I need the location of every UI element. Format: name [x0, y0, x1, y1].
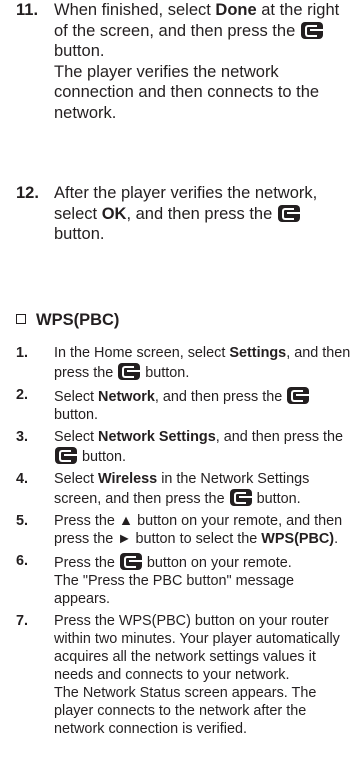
step-number: 3. — [16, 429, 29, 445]
step-text-part: , and then press the — [126, 204, 277, 223]
step-text: When finished, select Done at the right … — [54, 0, 352, 123]
step-keyword: OK — [101, 204, 127, 223]
enter-button-icon — [229, 488, 252, 506]
step-keyword: WPS(PBC) — [261, 530, 335, 547]
step-text-part: In the Home screen, select — [54, 345, 230, 361]
step-text-part: Select — [54, 429, 99, 445]
enter-button-icon — [277, 204, 300, 222]
checkbox-bullet-icon — [16, 314, 26, 324]
step-number: 1. — [16, 345, 29, 361]
step-text-part: . — [334, 530, 339, 547]
section-heading: WPS(PBC) — [16, 310, 119, 331]
step-number: 6. — [16, 553, 29, 569]
enter-button-icon — [287, 387, 310, 404]
step-keyword: Network Settings — [98, 429, 216, 445]
step-keyword: Settings — [229, 345, 287, 361]
step-text-part: button. — [54, 42, 105, 60]
step-text: Select Network, and then press the butto… — [54, 387, 352, 425]
section-title: WPS(PBC) — [36, 311, 120, 329]
enter-button-icon — [300, 21, 323, 39]
enter-button-icon — [118, 362, 141, 380]
step-note: The "Press the PBC button" message appea… — [54, 572, 295, 607]
step-text-part: , and then press the — [215, 429, 344, 445]
step-text-part: button. — [252, 490, 301, 507]
step-number: 11. — [16, 1, 39, 19]
step-keyword: Done — [215, 1, 257, 19]
enter-button-icon — [55, 446, 77, 464]
step-text: Select Wireless in the Network Settings … — [54, 471, 352, 509]
step-number: 7. — [16, 613, 29, 629]
step-text: Press the WPS(PBC) button on your router… — [54, 613, 352, 738]
step-number: 2. — [16, 387, 29, 403]
step-text-part: button. — [78, 448, 127, 465]
step-text-part: button on your remote. — [142, 555, 292, 571]
step-text-part: Select — [54, 389, 99, 405]
step-text: Select Network Settings, and then press … — [54, 429, 352, 467]
enter-button-icon — [119, 553, 142, 570]
step-text-part: button. — [141, 364, 190, 381]
step-text-part: Select — [54, 471, 99, 487]
step-keyword: Network — [98, 389, 155, 405]
step-text-part: When finished, select — [54, 1, 216, 19]
step-number: 12. — [16, 184, 39, 202]
step-text-part: , and then press the — [154, 389, 287, 405]
step-note: The player verifies the network connecti… — [54, 62, 320, 122]
step-note: The Network Status screen appears. The p… — [54, 684, 317, 737]
step-text-part: button. — [54, 406, 99, 423]
step-number: 5. — [16, 513, 29, 529]
step-keyword: Wireless — [98, 471, 158, 487]
step-text: In the Home screen, select Settings, and… — [54, 345, 352, 383]
step-text-part: Press the WPS(PBC) button on your router… — [54, 613, 340, 683]
step-text-part: button. — [54, 225, 105, 243]
step-text-part: Press the — [54, 555, 119, 571]
step-text: Press the button on your remote. The "Pre… — [54, 553, 352, 609]
manual-page: 11. When finished, select Done at the ri… — [0, 0, 360, 777]
step-text: After the player verifies the network, s… — [54, 183, 352, 245]
step-number: 4. — [16, 471, 29, 487]
step-text: Press the ▲ button on your remote, and t… — [54, 513, 352, 549]
